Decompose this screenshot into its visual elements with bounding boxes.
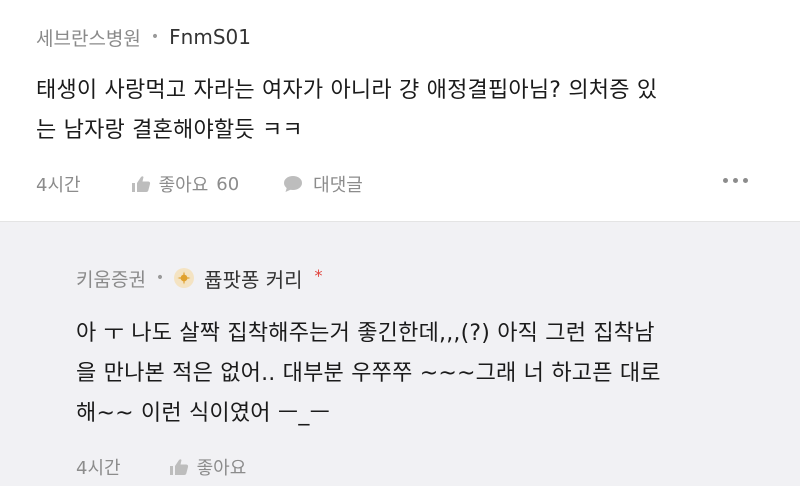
reply-like-button[interactable]: 좋아요 xyxy=(169,454,247,480)
reply: 키움증권 • 퓹팟퐁 커리 * 아 ㅜ 나도 살짝 집착해주는거 좋긴한데,,,… xyxy=(0,222,800,486)
reply-time: 4시간 xyxy=(76,458,121,479)
reply-text-line: 을 만나본 적은 없어.. 대부분 우쭈쭈 ~~~그래 너 하고픈 대로 xyxy=(76,361,661,386)
author-star-badge: * xyxy=(314,265,323,285)
speech-bubble-icon xyxy=(284,176,303,192)
comment-text-line: 는 남자랑 결혼해야할듯 ㅋㅋ xyxy=(36,118,303,143)
separator-dot: • xyxy=(155,270,165,286)
comment-time: 4시간 xyxy=(36,175,81,196)
comment-body: 태생이 사랑먹고 자라는 여자가 아니라 걍 애정결핍아님? 의처증 있 는 남… xyxy=(36,71,776,151)
reply-text-line: 아 ㅜ 나도 살짝 집착해주는거 좋긴한데,,,(?) 아직 그런 집착남 xyxy=(76,321,655,346)
reply-body: 아 ㅜ 나도 살짝 집착해주는거 좋긴한데,,,(?) 아직 그런 집착남 을 … xyxy=(76,314,776,434)
like-count: 60 xyxy=(216,173,240,195)
more-icon[interactable] xyxy=(723,178,748,183)
thumbs-up-icon xyxy=(169,459,188,475)
comment: 세브란스병원 • FnmS01 태생이 사랑먹고 자라는 여자가 아니라 걍 애… xyxy=(0,0,800,221)
comment-actions: 4시간 좋아요 60 대댓글 xyxy=(36,171,363,197)
reply-source: 키움증권 xyxy=(76,268,146,291)
comment-source: 세브란스병원 xyxy=(36,27,141,50)
avatar-badge-icon xyxy=(174,268,195,288)
reply-meta: 키움증권 • 퓹팟퐁 커리 * xyxy=(76,264,323,293)
comment-text-line: 태생이 사랑먹고 자라는 여자가 아니라 걍 애정결핍아님? 의처증 있 xyxy=(36,78,658,103)
like-button[interactable]: 좋아요 60 xyxy=(131,171,240,197)
reply-author[interactable]: 퓹팟퐁 커리 xyxy=(204,264,302,293)
reply-actions: 4시간 좋아요 xyxy=(76,454,246,480)
reply-button[interactable]: 대댓글 xyxy=(283,171,363,197)
reply-text-line: 해~~ 이런 식이였어 ㅡ_ㅡ xyxy=(76,401,331,426)
reply-label: 대댓글 xyxy=(313,175,363,196)
thumbs-up-icon xyxy=(131,176,150,192)
like-label: 좋아요 xyxy=(158,175,209,196)
comment-thread: 세브란스병원 • FnmS01 태생이 사랑먹고 자라는 여자가 아니라 걍 애… xyxy=(0,0,800,486)
comment-meta: 세브란스병원 • FnmS01 xyxy=(36,24,251,50)
reply-like-label: 좋아요 xyxy=(196,458,247,479)
comment-author[interactable]: FnmS01 xyxy=(169,25,251,49)
separator-dot: • xyxy=(150,29,160,45)
